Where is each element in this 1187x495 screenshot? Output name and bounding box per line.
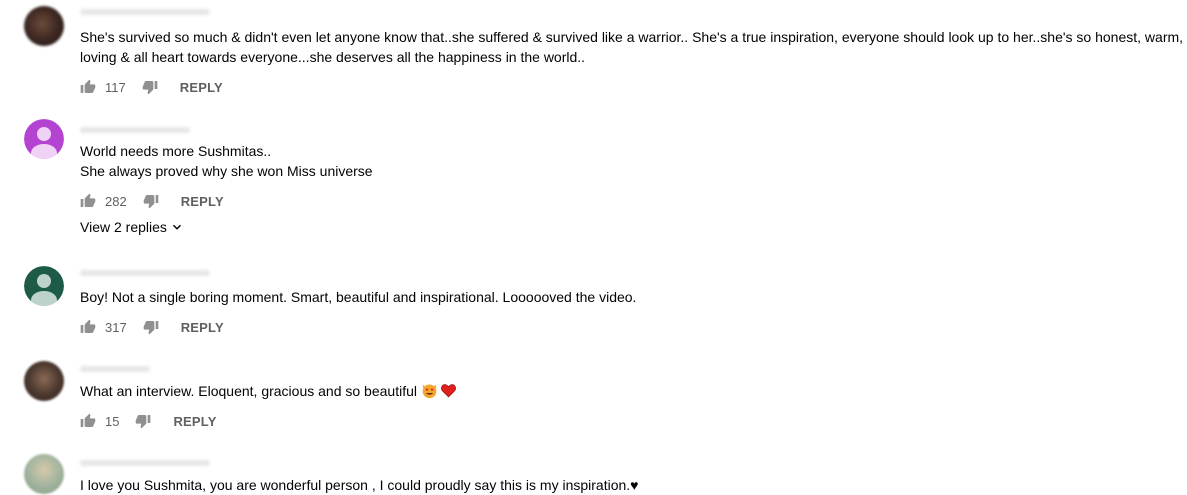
comment-item: What an interview. Eloquent, gracious an… (0, 356, 1187, 436)
comment-text-line: She's survived so much & didn't even let… (80, 29, 1184, 45)
comment-actions: 317 REPLY (80, 317, 224, 337)
comment-text-line: I love you Sushmita, you are wonderful p… (80, 477, 639, 493)
thumb-down-icon (136, 415, 151, 429)
comment-item: She's survived so much & didn't even let… (0, 0, 1187, 100)
avatar[interactable] (24, 266, 64, 306)
comment-text: I love you Sushmita, you are wonderful p… (80, 475, 1171, 495)
view-replies-button[interactable]: View 2 replies (80, 219, 184, 235)
like-button[interactable] (80, 413, 96, 429)
comment-text-line: She always proved why she won Miss unive… (80, 163, 373, 179)
comment-text-line: World needs more Sushmitas.. (80, 143, 272, 159)
like-count: 15 (105, 413, 120, 429)
comment-text: Boy! Not a single boring moment. Smart, … (80, 287, 1171, 307)
author-name[interactable] (80, 270, 210, 276)
comment-item: Boy! Not a single boring moment. Smart, … (0, 262, 1187, 342)
reply-button[interactable]: REPLY (181, 320, 224, 335)
comment-text: What an interview. Eloquent, gracious an… (80, 381, 1171, 401)
like-count: 317 (105, 319, 127, 335)
thumb-up-icon (80, 319, 96, 333)
comment-text-content: What an interview. Eloquent, gracious an… (80, 383, 417, 399)
dislike-button[interactable] (143, 319, 159, 335)
like-button[interactable] (80, 319, 96, 335)
comment-text-line: What an interview. Eloquent, gracious an… (80, 381, 1171, 401)
dislike-button[interactable] (142, 79, 158, 95)
default-avatar-icon (24, 266, 64, 306)
author-name[interactable] (80, 127, 190, 133)
thumb-down-icon (142, 81, 158, 95)
reply-button[interactable]: REPLY (173, 414, 216, 429)
thumb-up-icon (80, 79, 96, 93)
dislike-button[interactable] (135, 413, 151, 429)
thumb-up-icon (80, 193, 96, 207)
comment-text-line: loving & all heart towards everyone...sh… (80, 49, 586, 65)
heart-eyes-cat-emoji (422, 384, 437, 399)
like-count: 282 (105, 193, 127, 209)
like-button[interactable] (80, 79, 96, 95)
comment-text: She's survived so much & didn't even let… (80, 27, 1184, 67)
view-replies-label: View 2 replies (80, 219, 167, 235)
thumb-down-icon (143, 321, 159, 335)
comment-actions: 15 REPLY (80, 411, 217, 431)
thumb-up-icon (80, 413, 96, 427)
comment-item: World needs more Sushmitas.. She always … (0, 110, 1187, 240)
thumb-down-icon (143, 195, 159, 209)
comment-item: I love you Sushmita, you are wonderful p… (0, 450, 1187, 495)
author-name[interactable] (80, 366, 150, 372)
comment-text-line: Boy! Not a single boring moment. Smart, … (80, 289, 637, 305)
comment-actions: 117 REPLY (80, 77, 223, 97)
like-count: 117 (105, 79, 126, 95)
author-name[interactable] (80, 460, 210, 466)
avatar[interactable] (24, 119, 64, 159)
comment-text: World needs more Sushmitas.. She always … (80, 141, 1171, 181)
default-avatar-icon (24, 119, 64, 159)
reply-button[interactable]: REPLY (180, 80, 223, 95)
chevron-down-icon (172, 224, 181, 230)
dislike-button[interactable] (143, 193, 159, 209)
avatar[interactable] (24, 454, 64, 494)
red-heart-emoji (441, 384, 456, 398)
author-name[interactable] (80, 9, 210, 15)
like-button[interactable] (80, 193, 96, 209)
avatar[interactable] (24, 361, 64, 401)
comment-actions: 282 REPLY (80, 191, 224, 211)
avatar[interactable] (24, 6, 64, 46)
reply-button[interactable]: REPLY (181, 194, 224, 209)
